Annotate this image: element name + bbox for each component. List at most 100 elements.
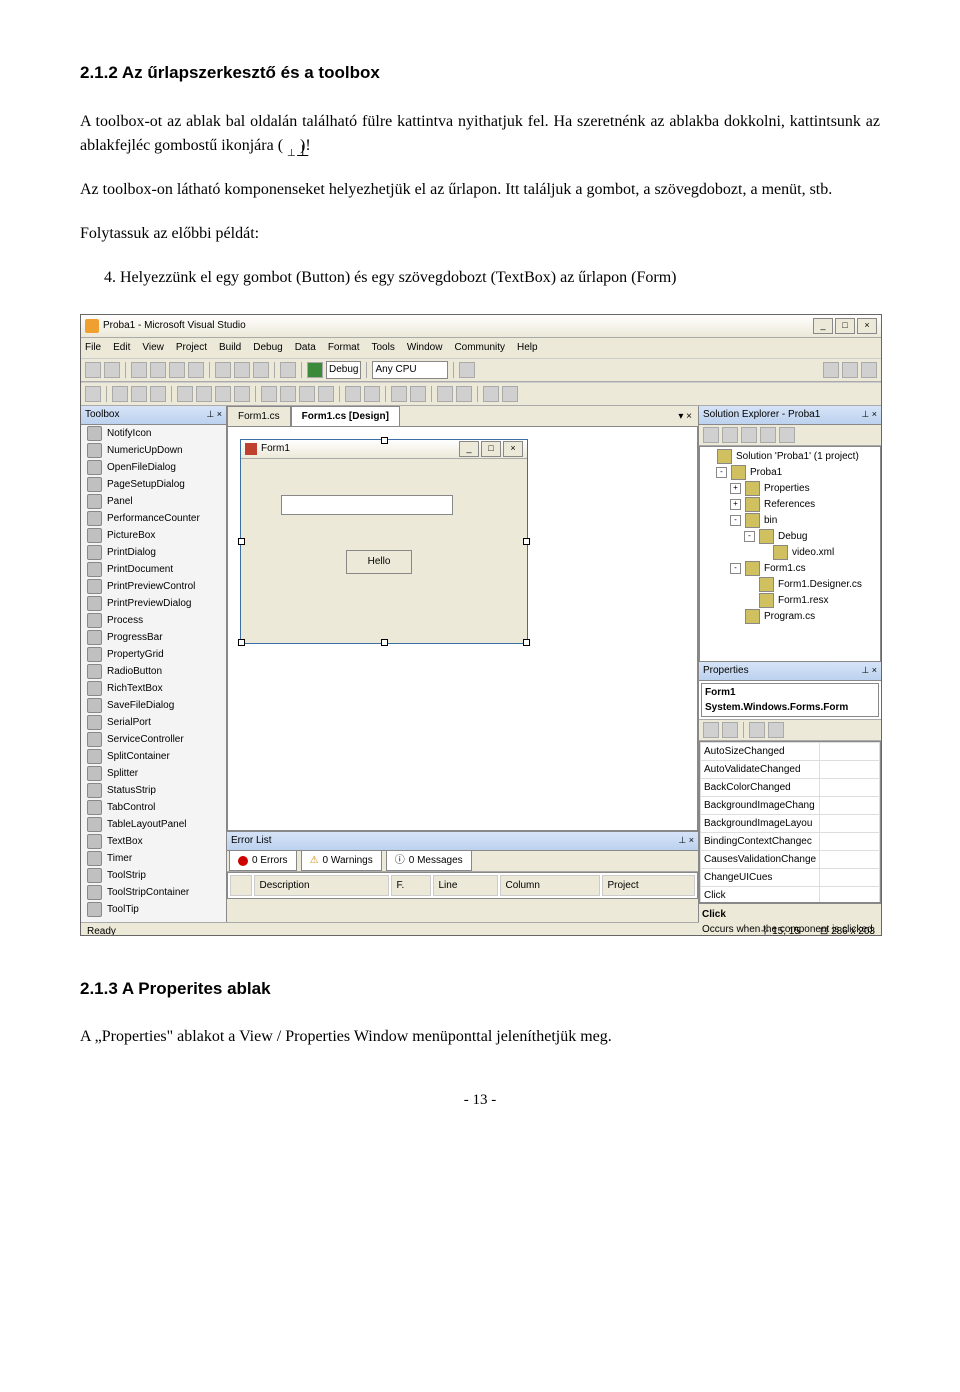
toolbar-icon[interactable] [410,386,426,402]
pin-icon[interactable]: ⊥ × [861,408,877,422]
toolbar-icon[interactable] [364,386,380,402]
toolbox-item[interactable]: PerformanceCounter [81,510,226,527]
toolbox-item[interactable]: PageSetupDialog [81,476,226,493]
menu-item[interactable]: File [85,340,101,355]
toolbar-icon[interactable] [234,386,250,402]
toolbar-icon[interactable] [779,427,795,443]
errors-tab[interactable]: 0 Errors [229,850,297,871]
expand-icon[interactable]: + [730,499,741,510]
minimize-button[interactable]: _ [813,318,833,334]
menu-item[interactable]: Data [295,340,316,355]
toolbar-icon[interactable] [85,362,101,378]
error-column-header[interactable]: F. [391,875,431,896]
property-value[interactable] [820,868,880,886]
tree-item[interactable]: Form1.resx [702,593,878,609]
toolbar-icon[interactable] [261,386,277,402]
toolbar-icon[interactable] [131,362,147,378]
toolbox-item[interactable]: NumericUpDown [81,442,226,459]
tree-item[interactable]: -Debug [702,529,878,545]
tree-item[interactable]: Form1.Designer.cs [702,577,878,593]
property-value[interactable] [820,850,880,868]
toolbox-item[interactable]: TextBox [81,833,226,850]
tree-item[interactable]: -bin [702,513,878,529]
toolbar-icon[interactable] [437,386,453,402]
toolbar-icon[interactable] [196,386,212,402]
toolbar-icon[interactable] [112,386,128,402]
toolbox-item[interactable]: PrintDialog [81,544,226,561]
toolbox-item[interactable]: SaveFileDialog [81,697,226,714]
property-value[interactable] [820,742,880,760]
config-dropdown[interactable]: Debug [326,361,361,379]
menu-item[interactable]: Edit [113,340,130,355]
toolbox-item[interactable]: RadioButton [81,663,226,680]
property-value[interactable] [820,886,880,903]
toolbox-item[interactable]: ToolStripContainer [81,884,226,901]
toolbox-item[interactable]: PrintDocument [81,561,226,578]
toolbar-icon[interactable] [280,386,296,402]
property-name[interactable]: ChangeUICues [701,868,820,886]
platform-dropdown[interactable]: Any CPU [372,361,448,379]
toolbar-icon[interactable] [299,386,315,402]
toolbox-item[interactable]: RichTextBox [81,680,226,697]
toolbar-icon[interactable] [760,427,776,443]
toolbox-item[interactable]: TabControl [81,799,226,816]
menu-item[interactable]: Window [407,340,443,355]
toolbox-item[interactable]: StatusStrip [81,782,226,799]
error-column-header[interactable]: Description [254,875,389,896]
warnings-tab[interactable]: ⚠0 Warnings [301,850,382,871]
property-name[interactable]: AutoValidateChanged [701,760,820,778]
form1[interactable]: Form1 _ □ × Hello [240,439,528,644]
toolbox-item[interactable]: Timer [81,850,226,867]
property-name[interactable]: CausesValidationChange [701,850,820,868]
menu-item[interactable]: Tools [372,340,395,355]
toolbar-icon[interactable] [85,386,101,402]
property-name[interactable]: Click [701,886,820,903]
toolbar-icon[interactable] [253,362,269,378]
toolbar-icon[interactable] [150,362,166,378]
menu-item[interactable]: View [142,340,164,355]
toolbox-item[interactable]: ToolTip [81,901,226,918]
textbox-control[interactable] [281,495,453,515]
toolbar-icon[interactable] [280,362,296,378]
expand-icon[interactable]: - [716,467,727,478]
toolbar-icon[interactable] [722,427,738,443]
messages-tab[interactable]: ⓘ0 Messages [386,850,472,871]
menu-item[interactable]: Help [517,340,538,355]
toolbox-item[interactable]: Process [81,612,226,629]
tree-item[interactable]: -Proba1 [702,465,878,481]
toolbar-icon[interactable] [749,722,765,738]
property-name[interactable]: AutoSizeChanged [701,742,820,760]
toolbox-item[interactable]: OpenFileDialog [81,459,226,476]
play-icon[interactable] [307,362,323,378]
tree-item[interactable]: Solution 'Proba1' (1 project) [702,449,878,465]
tree-item[interactable]: +References [702,497,878,513]
menu-item[interactable]: Build [219,340,241,355]
toolbar-icon[interactable] [177,386,193,402]
property-value[interactable] [820,832,880,850]
toolbar-icon[interactable] [842,362,858,378]
toolbar-icon[interactable] [502,386,518,402]
form-designer[interactable]: Form1 _ □ × Hello [227,426,698,831]
pin-icon[interactable]: ⊥ × [861,664,877,678]
toolbox-item[interactable]: TableLayoutPanel [81,816,226,833]
toolbar-icon[interactable] [169,362,185,378]
toolbar-icon[interactable] [104,362,120,378]
property-name[interactable]: BindingContextChangec [701,832,820,850]
tree-item[interactable]: Program.cs [702,609,878,625]
toolbox-item[interactable]: NotifyIcon [81,425,226,442]
toolbox-item[interactable]: PropertyGrid [81,646,226,663]
toolbar-icon[interactable] [483,386,499,402]
error-column-header[interactable]: Column [500,875,600,896]
error-column-header[interactable]: Project [602,875,695,896]
toolbox-item[interactable]: PrintPreviewDialog [81,595,226,612]
tree-item[interactable]: +Properties [702,481,878,497]
toolbar-icon[interactable] [722,722,738,738]
toolbox-item[interactable]: ProgressBar [81,629,226,646]
toolbar-icon[interactable] [703,722,719,738]
tab-dropdown[interactable]: ▾ × [672,407,698,426]
toolbar-icon[interactable] [188,362,204,378]
toolbox-item[interactable]: PrintPreviewControl [81,578,226,595]
doc-tab[interactable]: Form1.cs [227,406,291,426]
toolbar-icon[interactable] [861,362,877,378]
expand-icon[interactable]: - [730,563,741,574]
